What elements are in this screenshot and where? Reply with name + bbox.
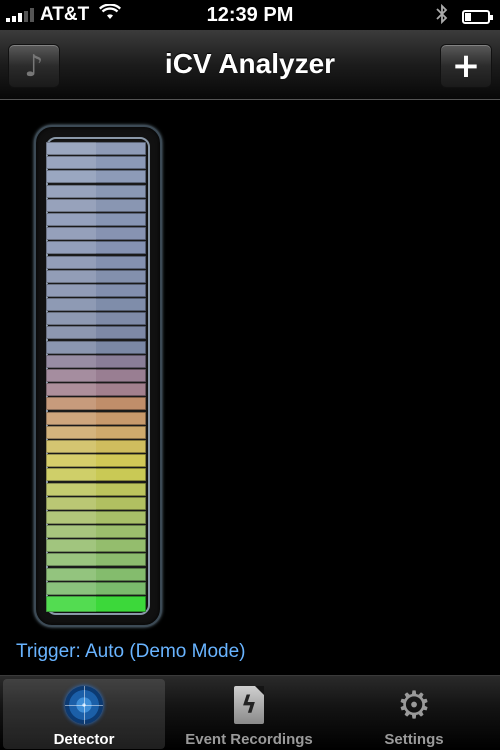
tab-icon-wrap — [64, 685, 104, 725]
meter-segment — [46, 454, 146, 468]
meter-segment — [46, 468, 146, 482]
tab-label: Detector — [53, 731, 115, 748]
status-right — [436, 3, 493, 30]
meter-segment — [46, 496, 146, 510]
meter-segment — [46, 255, 146, 269]
meter-segment — [46, 312, 146, 326]
add-button[interactable]: + — [440, 44, 492, 88]
tab-icon-wrap: ⚙ — [394, 685, 434, 725]
meter-segment — [46, 581, 146, 595]
meter-segment — [46, 425, 146, 439]
status-bar: AT&T 12:39 PM — [0, 0, 500, 30]
plus-icon: + — [451, 46, 481, 86]
meter-segment — [46, 326, 146, 340]
trigger-status: Trigger: Auto (Demo Mode) — [16, 641, 246, 662]
tab-icon-wrap: ϟ — [229, 685, 269, 725]
meter-segment — [46, 553, 146, 567]
meter-segment — [46, 142, 146, 155]
meter-segment — [46, 340, 146, 354]
level-meter-bars — [46, 142, 146, 612]
meter-segment — [46, 198, 146, 212]
meter-segment — [46, 298, 146, 312]
meter-segment — [46, 397, 146, 411]
meter-segment — [46, 212, 146, 226]
meter-segment — [46, 411, 146, 425]
meter-segment — [46, 156, 146, 170]
meter-segment — [46, 539, 146, 553]
meter-segment — [46, 227, 146, 241]
meter-segment — [46, 354, 146, 368]
navigation-bar: ♪ iCV Analyzer + — [0, 30, 500, 100]
meter-segment — [46, 439, 146, 453]
radar-icon — [65, 686, 103, 724]
meter-segment — [46, 567, 146, 581]
tab-settings[interactable]: ⚙ Settings — [333, 679, 495, 749]
page-title: iCV Analyzer — [164, 48, 336, 79]
meter-segment — [46, 525, 146, 539]
tab-detector[interactable]: Detector — [3, 679, 165, 749]
tab-bar: Detector ϟ Event Recordings ⚙ Settings — [0, 675, 500, 750]
meter-segment — [46, 283, 146, 297]
tab-event-recordings[interactable]: ϟ Event Recordings — [168, 679, 330, 749]
meter-segment — [46, 510, 146, 524]
meter-segment — [46, 482, 146, 496]
meter-segment — [46, 184, 146, 198]
tab-label: Settings — [384, 731, 444, 748]
meter-segment — [46, 269, 146, 283]
meter-segment — [46, 170, 146, 184]
meter-segment — [46, 383, 146, 397]
clock: 12:39 PM — [206, 4, 294, 26]
meter-segment — [46, 241, 146, 255]
meter-segment — [46, 596, 146, 612]
battery-icon — [462, 10, 493, 24]
document-icon: ϟ — [234, 686, 264, 724]
meter-segment — [46, 369, 146, 382]
tab-label: Event Recordings — [185, 731, 313, 748]
bluetooth-icon — [436, 3, 448, 30]
gear-icon: ⚙ — [396, 683, 432, 727]
battery-level — [465, 13, 471, 21]
